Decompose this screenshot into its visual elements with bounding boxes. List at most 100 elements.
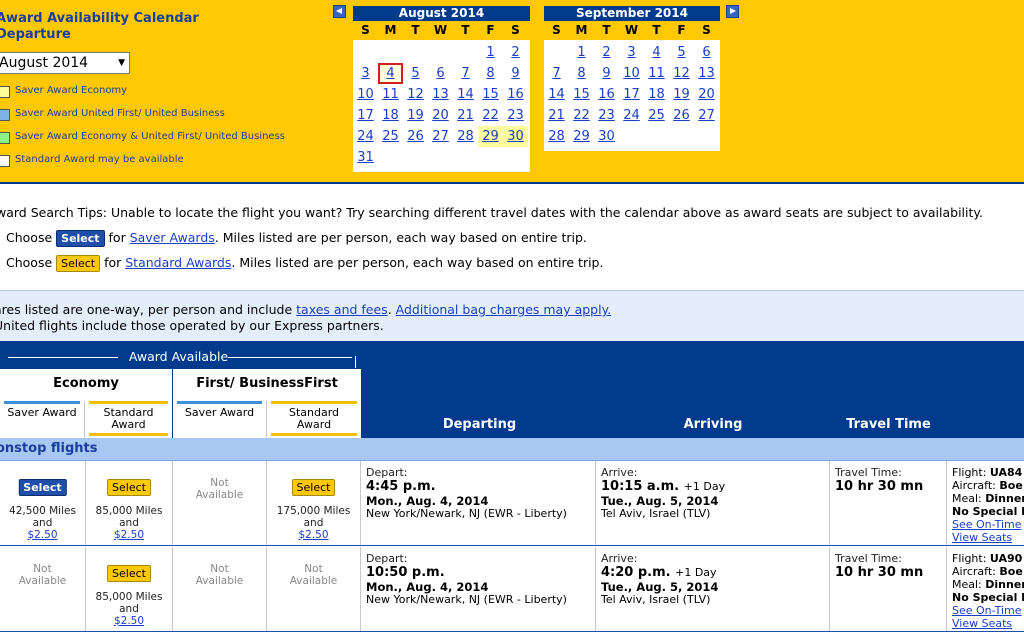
calendar-day[interactable]: 20 bbox=[428, 105, 453, 126]
calendar-day[interactable]: 5 bbox=[403, 63, 428, 84]
calendar-day[interactable]: 6 bbox=[428, 63, 453, 84]
calendar-day[interactable]: 12 bbox=[403, 84, 428, 105]
calendar-day[interactable]: 14 bbox=[453, 84, 478, 105]
calendar-day[interactable]: 9 bbox=[594, 63, 619, 84]
calendar-day[interactable]: 24 bbox=[353, 126, 378, 147]
calendar-day[interactable]: 10 bbox=[619, 63, 644, 84]
calendar-day[interactable]: 6 bbox=[694, 42, 719, 63]
calendar-day[interactable]: 23 bbox=[594, 105, 619, 126]
calendar-day[interactable]: 11 bbox=[378, 84, 403, 105]
calendar-day[interactable]: 23 bbox=[503, 105, 528, 126]
calendar-day[interactable]: 31 bbox=[353, 147, 378, 168]
calendar-day[interactable]: 4 bbox=[378, 63, 403, 84]
departing-header[interactable]: Departing bbox=[361, 417, 598, 432]
calendar-day[interactable]: 14 bbox=[544, 84, 569, 105]
calendar-day[interactable]: 3 bbox=[353, 63, 378, 84]
calendar-day[interactable]: 19 bbox=[403, 105, 428, 126]
calendar-day[interactable]: 16 bbox=[594, 84, 619, 105]
calendar-day[interactable]: 11 bbox=[644, 63, 669, 84]
calendar-subtitle: Departure bbox=[0, 27, 71, 42]
calendar-day[interactable]: 28 bbox=[544, 126, 569, 147]
select-button[interactable]: Select bbox=[107, 479, 151, 496]
calendar-day[interactable]: 17 bbox=[619, 84, 644, 105]
select-button[interactable]: Select bbox=[18, 479, 67, 496]
view-seats-link-wrap: View Seats bbox=[952, 617, 1012, 630]
calendar-day[interactable]: 2 bbox=[503, 42, 528, 63]
calendar-day[interactable]: 28 bbox=[453, 126, 478, 147]
calendar-day[interactable]: 22 bbox=[569, 105, 594, 126]
view-seats-link[interactable]: View Seats bbox=[952, 531, 1012, 544]
calendar-day[interactable]: 5 bbox=[669, 42, 694, 63]
standard-label: Standard Award bbox=[85, 407, 172, 431]
aircraft: Aircraft: Boe bbox=[952, 479, 1023, 492]
calendar-day[interactable]: 15 bbox=[569, 84, 594, 105]
saver-awards-link[interactable]: Saver Awards bbox=[130, 230, 215, 245]
calendar-day[interactable]: 7 bbox=[453, 63, 478, 84]
calendar-day[interactable]: 18 bbox=[644, 84, 669, 105]
flight-number: Flight: UA90 bbox=[952, 552, 1022, 565]
calendar-day[interactable]: 29 bbox=[569, 126, 594, 147]
legend-swatch bbox=[0, 132, 10, 144]
standard-awards-link[interactable]: Standard Awards bbox=[125, 255, 231, 270]
calendar-day[interactable]: 18 bbox=[378, 105, 403, 126]
calendar-day[interactable]: 9 bbox=[503, 63, 528, 84]
calendar-day[interactable]: 17 bbox=[353, 105, 378, 126]
calendar-day[interactable]: 29 bbox=[478, 126, 503, 147]
first-saver-header: Saver Award bbox=[173, 401, 267, 438]
bag-charges-link[interactable]: Additional bag charges may apply. bbox=[396, 302, 612, 317]
plus-day: +1 Day bbox=[683, 480, 726, 493]
calendar-day[interactable]: 10 bbox=[353, 84, 378, 105]
calendar-day[interactable]: 25 bbox=[378, 126, 403, 147]
calendar-day[interactable]: 2 bbox=[594, 42, 619, 63]
calendar-day[interactable]: 20 bbox=[694, 84, 719, 105]
miles-value: 85,000 Miles bbox=[95, 505, 163, 517]
tip-text: Choose bbox=[6, 255, 53, 270]
travel-time-header[interactable]: Travel Time bbox=[830, 417, 947, 432]
arriving-header[interactable]: Arriving bbox=[596, 417, 830, 432]
calendar-day[interactable]: 7 bbox=[544, 63, 569, 84]
standard-bar bbox=[271, 401, 357, 404]
calendar-day[interactable]: 27 bbox=[694, 105, 719, 126]
prev-month-button[interactable] bbox=[333, 5, 346, 18]
calendar-day[interactable]: 1 bbox=[478, 42, 503, 63]
next-month-button[interactable] bbox=[726, 5, 739, 18]
meal: Meal: Dinner bbox=[952, 492, 1024, 505]
calendar-day[interactable]: 30 bbox=[594, 126, 619, 147]
calendar-day[interactable]: 15 bbox=[478, 84, 503, 105]
miles-value: 175,000 Miles bbox=[276, 505, 351, 517]
month-select-value: August 2014 bbox=[0, 55, 89, 71]
calendar-day[interactable]: 19 bbox=[669, 84, 694, 105]
on-time-link[interactable]: See On-Time bbox=[952, 604, 1022, 617]
calendar-day[interactable]: 13 bbox=[694, 63, 719, 84]
weekday: S bbox=[361, 23, 370, 37]
month-select[interactable]: August 2014 ▼ bbox=[0, 52, 130, 74]
calendar-day[interactable]: 22 bbox=[478, 105, 503, 126]
calendar-day[interactable]: 13 bbox=[428, 84, 453, 105]
calendar-day[interactable]: 27 bbox=[428, 126, 453, 147]
calendar-day[interactable]: 24 bbox=[619, 105, 644, 126]
taxes-fees-link[interactable]: taxes and fees bbox=[296, 302, 388, 317]
on-time-link[interactable]: See On-Time bbox=[952, 518, 1022, 531]
calendar-day[interactable]: 26 bbox=[669, 105, 694, 126]
calendar-day[interactable]: 21 bbox=[453, 105, 478, 126]
calendar-day[interactable]: 3 bbox=[619, 42, 644, 63]
select-button[interactable]: Select bbox=[291, 479, 336, 496]
and-text: and bbox=[119, 517, 139, 529]
calendar-day[interactable]: 30 bbox=[503, 126, 528, 147]
calendar-day[interactable]: 4 bbox=[644, 42, 669, 63]
fee-link[interactable]: $2.50 bbox=[114, 615, 144, 627]
fares-text: . bbox=[387, 302, 396, 317]
fee-link[interactable]: $2.50 bbox=[298, 529, 328, 541]
calendar-day[interactable]: 25 bbox=[644, 105, 669, 126]
calendar-day[interactable]: 8 bbox=[478, 63, 503, 84]
calendar-day[interactable]: 1 bbox=[569, 42, 594, 63]
calendar-day[interactable]: 26 bbox=[403, 126, 428, 147]
fee-link[interactable]: $2.50 bbox=[114, 529, 144, 541]
view-seats-link[interactable]: View Seats bbox=[952, 617, 1012, 630]
fee-link[interactable]: $2.50 bbox=[27, 529, 57, 541]
calendar-day[interactable]: 12 bbox=[669, 63, 694, 84]
calendar-day[interactable]: 16 bbox=[503, 84, 528, 105]
calendar-day[interactable]: 21 bbox=[544, 105, 569, 126]
select-button[interactable]: Select bbox=[107, 565, 151, 582]
calendar-day[interactable]: 8 bbox=[569, 63, 594, 84]
